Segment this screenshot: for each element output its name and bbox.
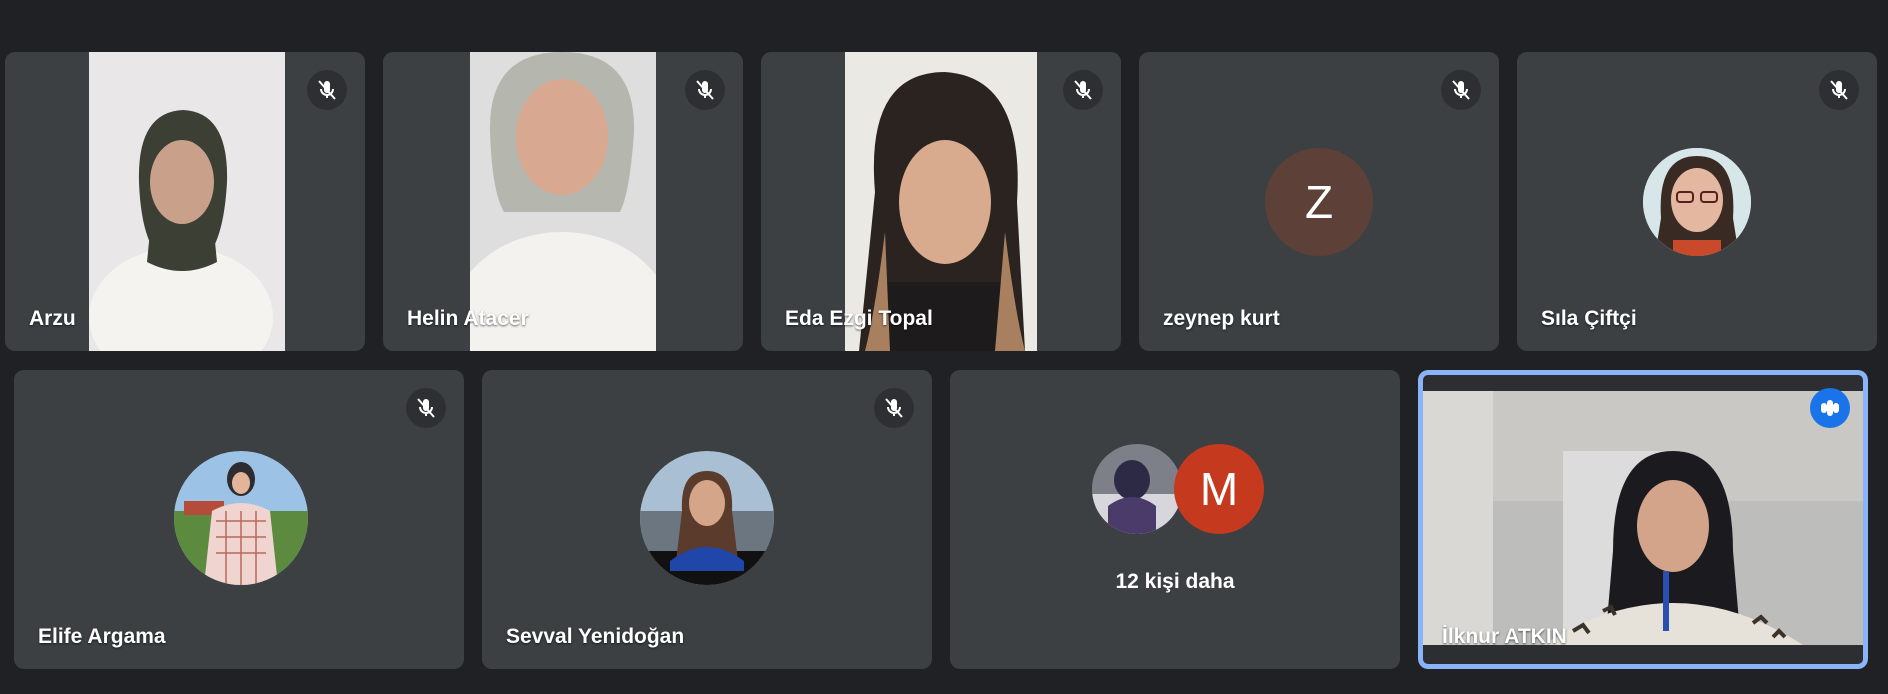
avatar-photo	[1643, 148, 1751, 256]
avatar-initial: Z	[1304, 176, 1334, 228]
avatar	[1643, 148, 1751, 256]
participant-name: zeynep kurt	[1163, 307, 1280, 330]
avatar-initial: M	[1199, 463, 1239, 515]
participant-tile[interactable]: Sıla Çiftçi	[1517, 52, 1877, 351]
avatar: Z	[1265, 148, 1373, 256]
avatar: M	[1174, 444, 1264, 534]
avatar-photo	[174, 451, 308, 585]
mic-off-icon	[874, 388, 914, 428]
participant-name: Eda Ezgi Topal	[785, 307, 933, 330]
avatar	[640, 451, 774, 585]
video-frame	[89, 52, 285, 351]
participant-name: Sevval Yenidoğan	[506, 625, 685, 648]
participant-name: Elife Argama	[38, 625, 166, 648]
participant-tile[interactable]: Eda Ezgi Topal	[761, 52, 1121, 351]
participant-name: Sıla Çiftçi	[1541, 307, 1637, 330]
video-frame	[1423, 391, 1863, 645]
audio-level-icon	[1810, 388, 1850, 428]
mic-off-icon	[307, 70, 347, 110]
participant-name: Helin Atacer	[407, 307, 529, 330]
participant-name: İlknur ATKIN	[1442, 625, 1567, 648]
participant-video	[89, 52, 285, 351]
mic-off-icon	[406, 388, 446, 428]
participant-tile[interactable]: Z zeynep kurt	[1139, 52, 1499, 351]
participant-tile[interactable]: Arzu	[5, 52, 365, 351]
avatar-photo	[1092, 444, 1182, 534]
participant-name: Arzu	[29, 307, 76, 330]
participant-tile[interactable]: Sevval Yenidoğan	[482, 370, 932, 669]
participant-video	[1423, 391, 1863, 645]
avatar	[174, 451, 308, 585]
more-participants-tile[interactable]: M 12 kişi daha	[950, 370, 1400, 669]
avatar	[1092, 444, 1182, 534]
mic-off-icon	[1819, 70, 1859, 110]
more-participants-label: 12 kişi daha	[1115, 570, 1235, 593]
participant-tile[interactable]: Helin Atacer	[383, 52, 743, 351]
mic-off-icon	[1441, 70, 1481, 110]
participant-tile-active[interactable]: İlknur ATKIN	[1418, 370, 1868, 669]
avatar-photo	[640, 451, 774, 585]
participant-tile[interactable]: Elife Argama	[14, 370, 464, 669]
mic-off-icon	[1063, 70, 1103, 110]
mic-off-icon	[685, 70, 725, 110]
